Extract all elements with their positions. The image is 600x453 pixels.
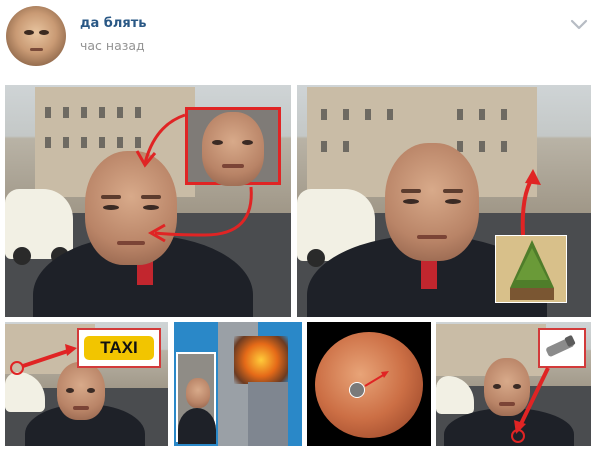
photo-selfie-with-taxi-sign[interactable]: TAXI — [5, 322, 168, 446]
author-avatar[interactable] — [6, 6, 66, 66]
photo-mars-collage[interactable] — [307, 322, 431, 446]
photo-selfie-with-zipper-inset[interactable] — [436, 322, 591, 446]
chevron-down-icon[interactable] — [570, 18, 588, 32]
post-timestamp[interactable]: час назад — [80, 38, 145, 53]
wall-post: да блять час назад TAXI — [0, 0, 600, 453]
photo-selfie-with-face-inset[interactable] — [5, 85, 291, 317]
author-name-link[interactable]: да блять — [80, 16, 147, 31]
photo-selfie-with-tree-inset[interactable] — [297, 85, 591, 317]
red-arrows — [135, 113, 253, 243]
photo-twin-towers-collage[interactable] — [174, 322, 302, 446]
red-arrow — [520, 169, 541, 236]
selfie-inset — [176, 352, 216, 444]
